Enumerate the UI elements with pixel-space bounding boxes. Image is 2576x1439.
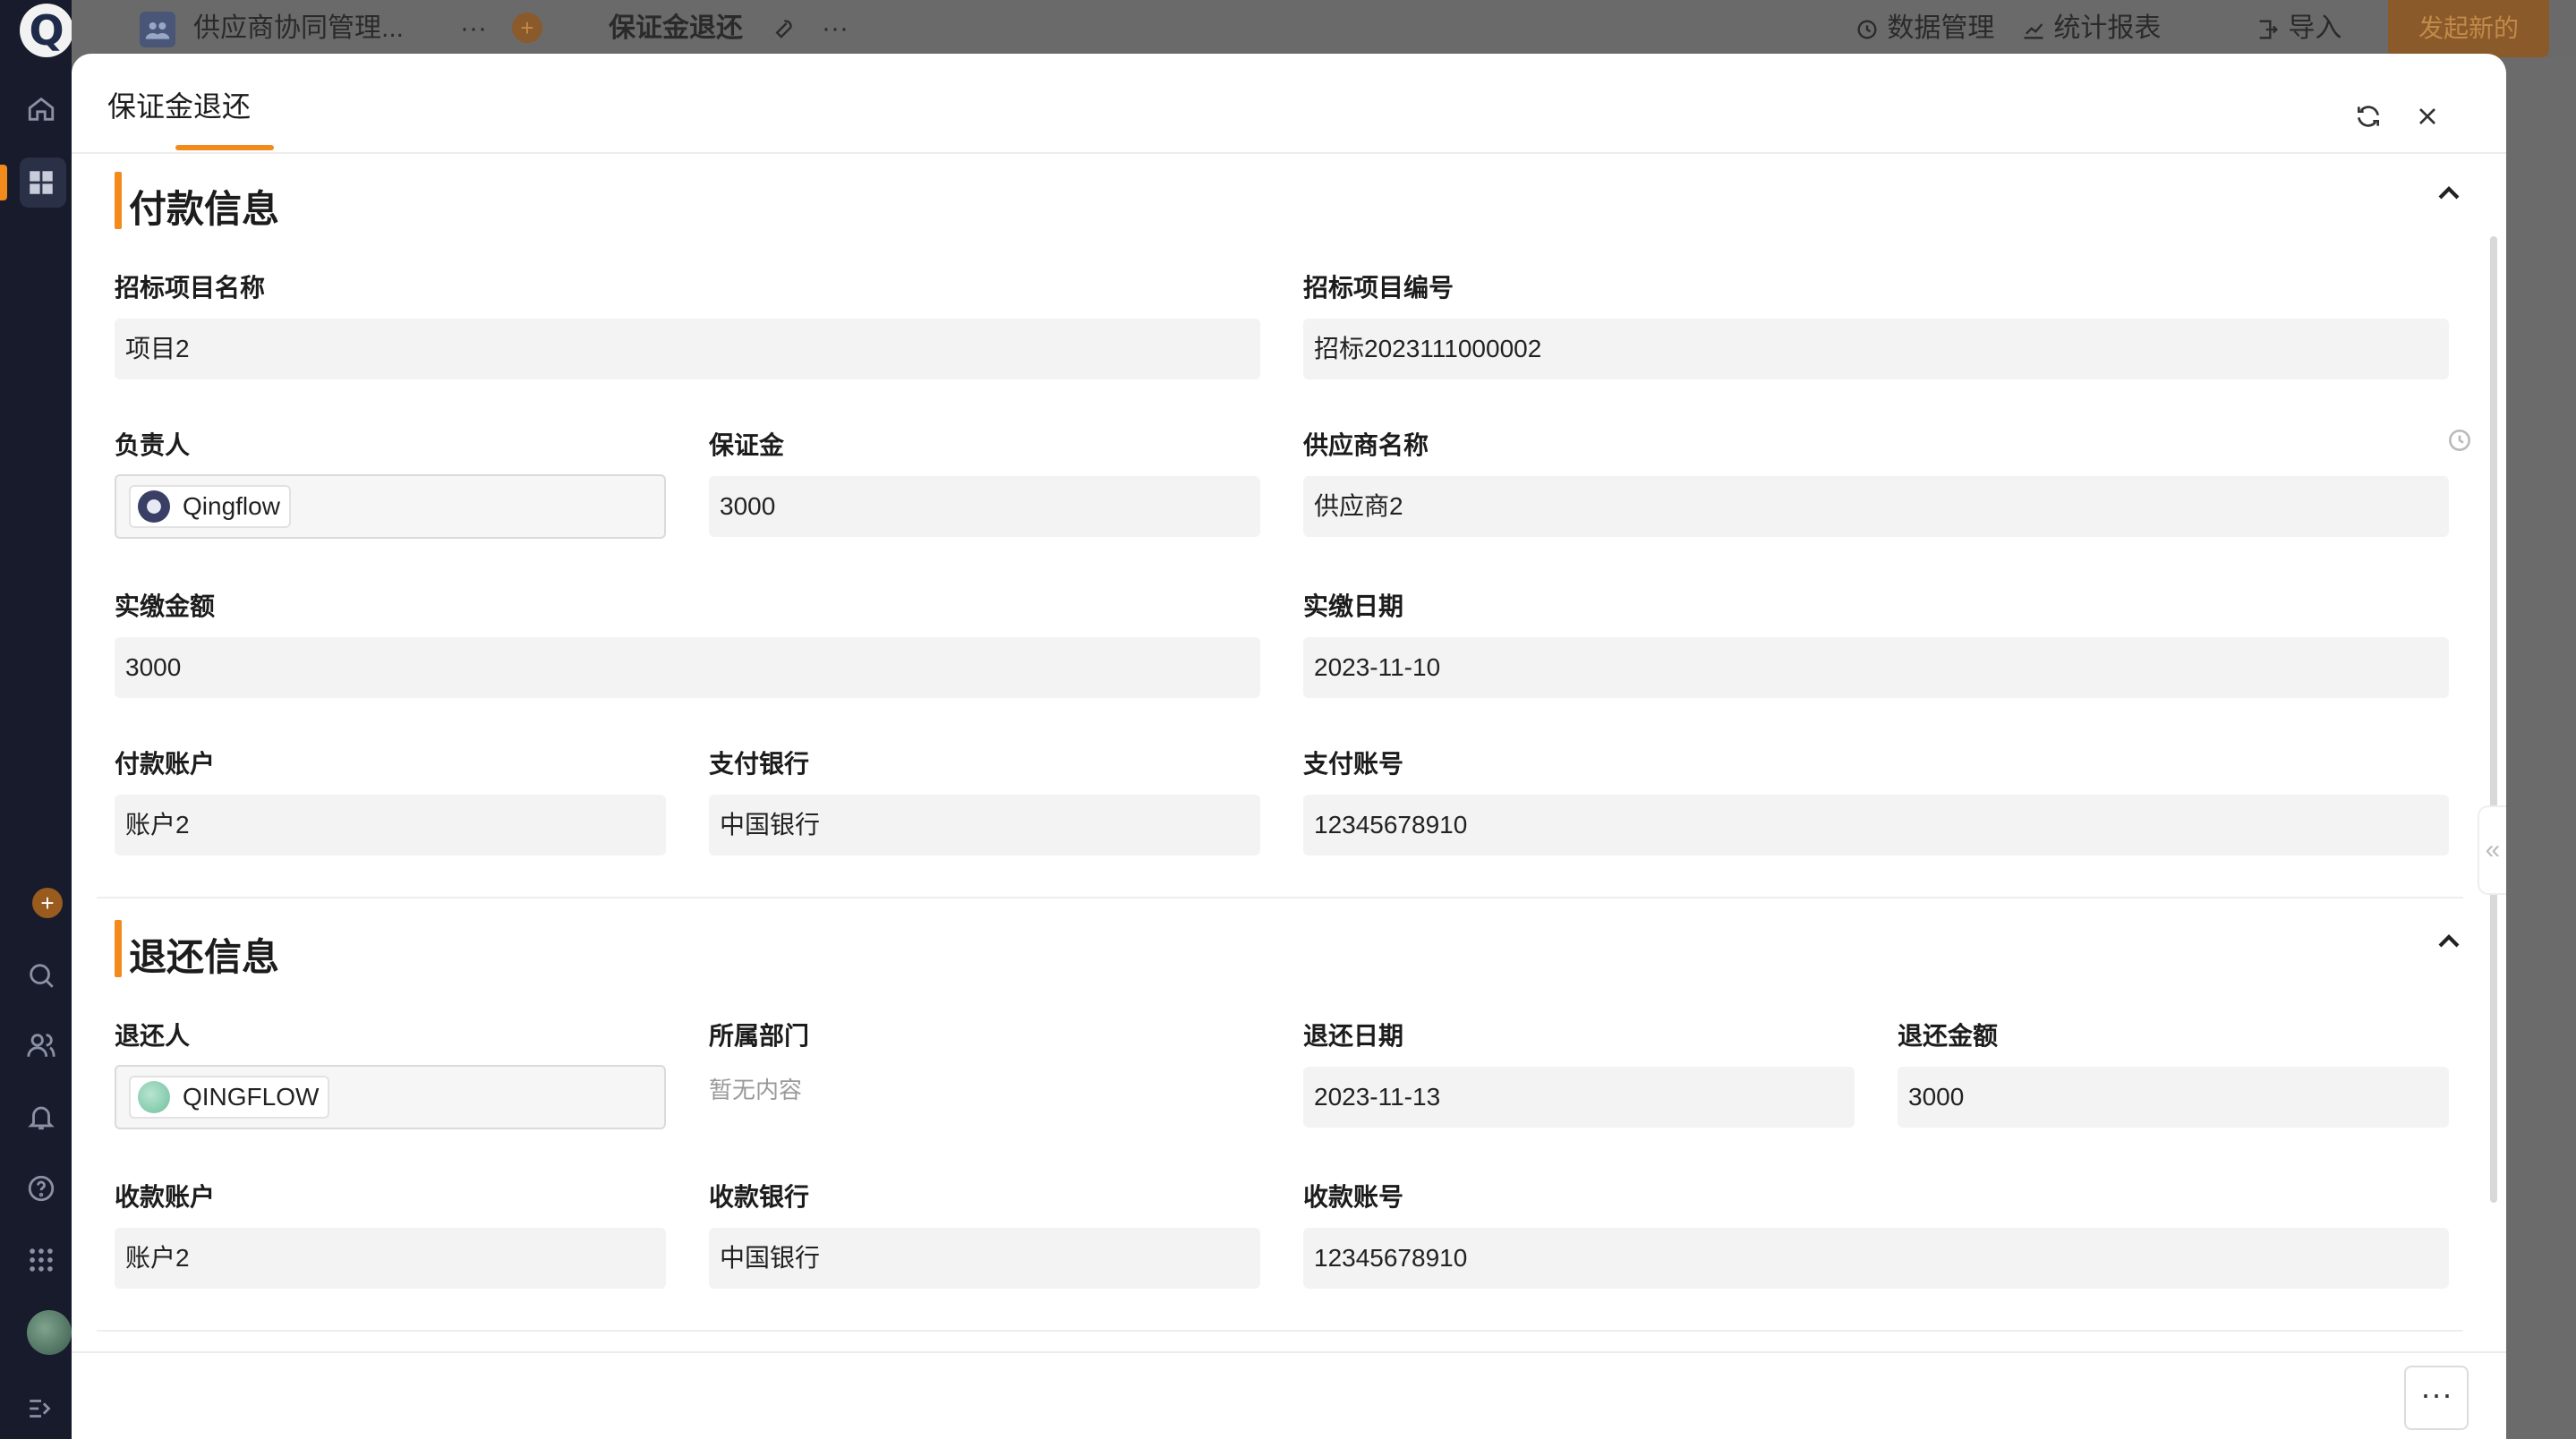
new-request-button[interactable]: 发起新的 <box>2388 0 2549 57</box>
user-chip[interactable]: QINGFLOW <box>129 1076 330 1119</box>
supplier-label: 供应商名称 <box>1303 431 1429 459</box>
help-icon[interactable] <box>25 1172 57 1205</box>
rail-active-marker <box>0 165 7 200</box>
app-more-icon[interactable]: ··· <box>460 9 487 48</box>
recv-bank-field[interactable]: 中国银行 <box>709 1228 1260 1289</box>
apps-grid-icon[interactable] <box>25 1244 57 1276</box>
owner-field[interactable]: Qingflow <box>115 474 666 539</box>
app-name[interactable]: 供应商协同管理... <box>193 9 404 48</box>
modal-title-underline <box>175 145 274 150</box>
user-avatar[interactable] <box>27 1310 72 1355</box>
pay-bank-field[interactable]: 中国银行 <box>709 795 1260 856</box>
modal-header: 保证金退还 <box>72 54 2506 154</box>
pay-account-field[interactable]: 账户2 <box>115 795 666 856</box>
section-divider <box>97 1330 2463 1332</box>
paid-amount-field[interactable]: 3000 <box>115 637 1260 698</box>
statistics-button[interactable]: 统计报表 <box>2021 9 2161 48</box>
collapse-chevron-icon[interactable] <box>2431 924 2467 959</box>
paid-date-field[interactable]: 2023-11-10 <box>1303 637 2449 698</box>
recv-account-label: 收款账户 <box>115 1183 216 1211</box>
user-avatar-icon <box>138 490 170 523</box>
paid-date-label: 实缴日期 <box>1303 592 1404 620</box>
data-management-button[interactable]: 数据管理 <box>1855 9 1994 48</box>
app-logo[interactable]: Q <box>20 4 73 57</box>
recv-account-no-field[interactable]: 12345678910 <box>1303 1228 2449 1289</box>
supplier-field[interactable]: 供应商2 <box>1303 476 2449 537</box>
payment-section-title: 付款信息 <box>129 188 280 230</box>
pay-account-label: 付款账户 <box>115 750 216 778</box>
add-app-icon[interactable]: + <box>512 13 542 43</box>
dashboard-icon[interactable] <box>25 166 57 199</box>
refund-section-title: 退还信息 <box>129 936 280 978</box>
recv-bank-label: 收款银行 <box>709 1183 810 1211</box>
wrench-icon[interactable] <box>770 9 795 48</box>
project-name-field[interactable]: 项目2 <box>115 319 1260 379</box>
refresh-icon[interactable] <box>2350 98 2386 134</box>
record-modal: 保证金退还 « 付款信息 招标项目名称 项目2 招标项目编号 招标2023111… <box>72 54 2506 1439</box>
bell-icon[interactable] <box>25 1101 57 1133</box>
refund-date-field[interactable]: 2023-11-13 <box>1303 1067 1855 1128</box>
import-label: 导入 <box>2288 13 2342 43</box>
recv-account-no-label: 收款账号 <box>1303 1183 1404 1211</box>
owner-name: Qingflow <box>183 492 280 520</box>
section-accent-bar <box>115 920 122 977</box>
add-icon[interactable]: + <box>32 888 63 918</box>
app-topbar: 供应商协同管理... ··· + 保证金退还 ··· 数据管理 统计报表 导入 … <box>72 0 2576 57</box>
collapse-chevron-icon[interactable] <box>2431 175 2467 211</box>
department-label: 所属部门 <box>709 1022 810 1050</box>
contacts-icon[interactable] <box>25 1029 57 1061</box>
refunder-label: 退还人 <box>115 1022 191 1050</box>
more-actions-button[interactable]: ··· <box>2404 1366 2469 1430</box>
project-no-field[interactable]: 招标2023111000002 <box>1303 319 2449 379</box>
pay-account-no-field[interactable]: 12345678910 <box>1303 795 2449 856</box>
refunder-name: QINGFLOW <box>183 1083 320 1111</box>
form-more-icon[interactable]: ··· <box>822 9 849 48</box>
refund-amount-label: 退还金额 <box>1898 1022 1999 1050</box>
import-button[interactable]: 导入 <box>2256 9 2341 48</box>
history-icon[interactable] <box>2445 426 2474 455</box>
refunder-field[interactable]: QINGFLOW <box>115 1065 666 1129</box>
search-icon[interactable] <box>25 959 57 992</box>
deposit-label: 保证金 <box>709 431 785 459</box>
paid-amount-label: 实缴金额 <box>115 592 216 620</box>
modal-footer: ··· <box>72 1351 2506 1439</box>
app-icon <box>140 9 175 48</box>
form-name[interactable]: 保证金退还 <box>609 9 743 48</box>
app-rail: Q + <box>0 0 73 1439</box>
collapse-panel-handle[interactable]: « <box>2478 805 2506 895</box>
user-chip[interactable]: Qingflow <box>129 485 291 528</box>
recv-account-field[interactable]: 账户2 <box>115 1228 666 1289</box>
refund-amount-field[interactable]: 3000 <box>1898 1067 2449 1128</box>
close-icon[interactable] <box>2410 98 2445 134</box>
pay-bank-label: 支付银行 <box>709 750 810 778</box>
modal-title[interactable]: 保证金退还 <box>107 84 251 125</box>
pay-account-no-label: 支付账号 <box>1303 750 1404 778</box>
statistics-label: 统计报表 <box>2053 13 2162 43</box>
owner-label: 负责人 <box>115 431 191 459</box>
project-no-label: 招标项目编号 <box>1303 274 1454 302</box>
expand-sidebar-icon[interactable] <box>25 1392 57 1425</box>
department-empty-value: 暂无内容 <box>709 1077 803 1103</box>
scrollbar[interactable] <box>2490 236 2497 1203</box>
user-avatar-icon <box>138 1081 170 1113</box>
data-management-label: 数据管理 <box>1887 13 1995 43</box>
deposit-field[interactable]: 3000 <box>709 476 1260 537</box>
home-icon[interactable] <box>25 93 57 125</box>
project-name-label: 招标项目名称 <box>115 274 266 302</box>
section-divider <box>97 897 2463 898</box>
refund-date-label: 退还日期 <box>1303 1022 1404 1050</box>
section-accent-bar <box>115 172 122 229</box>
